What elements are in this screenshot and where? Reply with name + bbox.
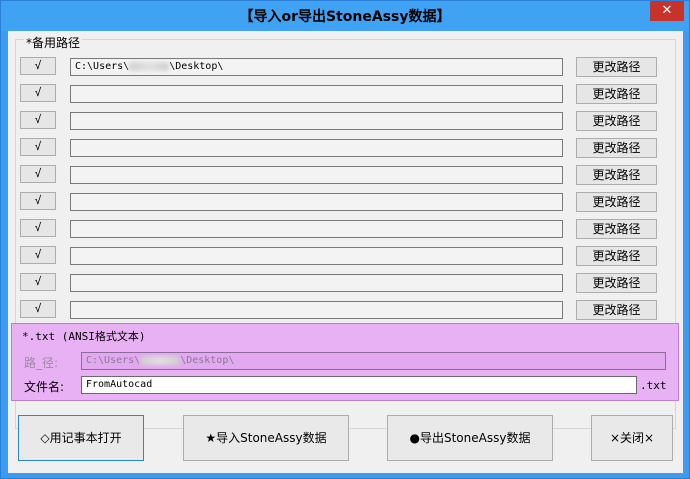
txt-path-field: C:\Users\ \Desktop\ — [81, 352, 666, 370]
window-title: 【导入or导出StoneAssy数据】 — [239, 9, 451, 25]
path-row: √ 更改路径 — [20, 219, 660, 241]
path-row: √ 更改路径 — [20, 84, 660, 106]
path-select-button[interactable]: √ — [20, 192, 56, 210]
path-input[interactable] — [70, 139, 563, 157]
close-button[interactable]: ×关闭× — [591, 415, 673, 461]
path-row: √ 更改路径 — [20, 138, 660, 160]
change-path-button[interactable]: 更改路径 — [576, 138, 657, 158]
open-notepad-button[interactable]: ◇用记事本打开 — [18, 415, 144, 461]
path-input[interactable] — [70, 220, 563, 238]
txt-section-title: *.txt (ANSI格式文本) — [22, 330, 146, 343]
path-row: √ 更改路径 — [20, 246, 660, 268]
path-input[interactable] — [70, 166, 563, 184]
change-path-button[interactable]: 更改路径 — [576, 273, 657, 293]
txt-path-label: 路_径: — [24, 356, 59, 370]
path-select-button[interactable]: √ — [20, 246, 56, 264]
path-row: √ 更改路径 — [20, 165, 660, 187]
path-select-button[interactable]: √ — [20, 165, 56, 183]
change-path-button[interactable]: 更改路径 — [576, 57, 657, 77]
path-select-button[interactable]: √ — [20, 219, 56, 237]
window-close-icon[interactable]: ✕ — [650, 1, 684, 21]
path-select-button[interactable]: √ — [20, 138, 56, 156]
path-select-button[interactable]: √ — [20, 84, 56, 102]
main-window: 【导入or导出StoneAssy数据】 ✕ *备用路径 √ C:\Users\ \D… — [0, 0, 690, 479]
path-input[interactable] — [70, 274, 563, 292]
path-input[interactable] — [70, 112, 563, 130]
change-path-button[interactable]: 更改路径 — [576, 165, 657, 185]
export-stoneassy-button[interactable]: ●导出StoneAssy数据 — [387, 415, 553, 461]
path-input[interactable] — [70, 85, 563, 103]
import-stoneassy-button[interactable]: ★导入StoneAssy数据 — [183, 415, 349, 461]
path-input[interactable] — [70, 193, 563, 211]
change-path-button[interactable]: 更改路径 — [576, 192, 657, 212]
path-select-button[interactable]: √ — [20, 111, 56, 129]
change-path-button[interactable]: 更改路径 — [576, 246, 657, 266]
txt-extension-label: .txt — [640, 379, 667, 392]
txt-filename-input[interactable]: FromAutocad — [81, 376, 637, 394]
path-row: √ C:\Users\ \Desktop\ 更改路径 — [20, 57, 660, 79]
path-row: √ 更改路径 — [20, 300, 660, 322]
path-row: √ 更改路径 — [20, 192, 660, 214]
redacted-username — [140, 355, 181, 365]
path-row: √ 更改路径 — [20, 273, 660, 295]
path-select-button[interactable]: √ — [20, 273, 56, 291]
redacted-username — [129, 61, 170, 71]
path-input[interactable] — [70, 301, 563, 319]
path-input[interactable]: C:\Users\ \Desktop\ — [70, 58, 563, 76]
title-bar[interactable]: 【导入or导出StoneAssy数据】 ✕ — [1, 1, 689, 31]
txt-filename-label: 文件名: — [24, 380, 65, 394]
path-input[interactable] — [70, 247, 563, 265]
change-path-button[interactable]: 更改路径 — [576, 219, 657, 239]
path-row: √ 更改路径 — [20, 111, 660, 133]
dialog-body: *备用路径 √ C:\Users\ \Desktop\ 更改路径 √ 更改路径 √ 更改路径 √… — [8, 31, 683, 473]
path-select-button[interactable]: √ — [20, 57, 56, 75]
change-path-button[interactable]: 更改路径 — [576, 84, 657, 104]
change-path-button[interactable]: 更改路径 — [576, 111, 657, 131]
path-select-button[interactable]: √ — [20, 300, 56, 318]
change-path-button[interactable]: 更改路径 — [576, 300, 657, 320]
backup-paths-label: *备用路径 — [24, 34, 83, 51]
txt-settings-panel: *.txt (ANSI格式文本) 路_径: C:\Users\ \Desktop\… — [11, 323, 679, 401]
